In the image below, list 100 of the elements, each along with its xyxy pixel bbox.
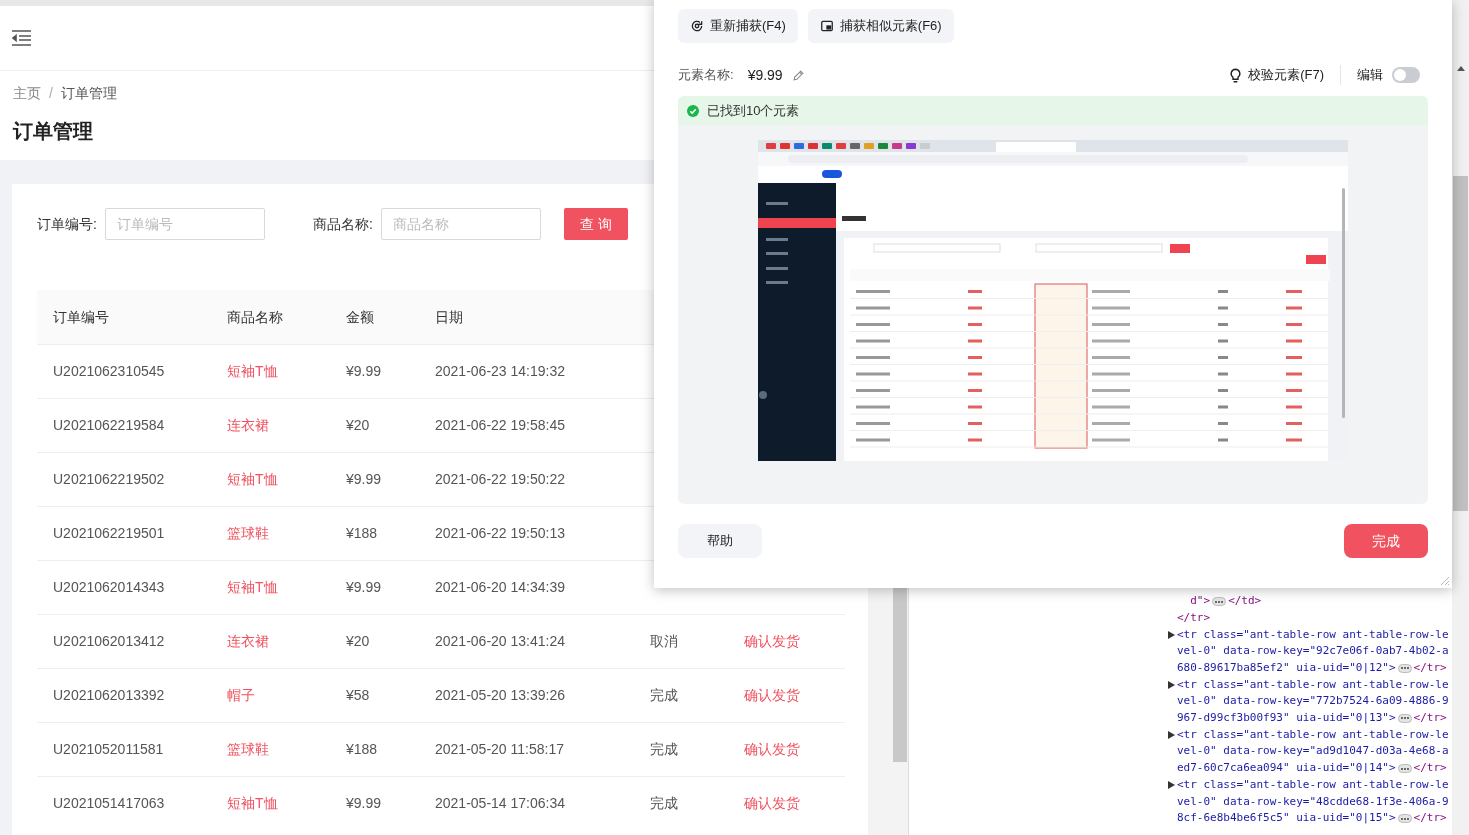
- table-cell: ¥188: [346, 525, 378, 541]
- code-line: <tr class="ant-table-row ant-table-row-le: [1177, 626, 1449, 643]
- ship-link[interactable]: 确认发货: [744, 741, 800, 757]
- product-link[interactable]: 短袖T恤: [227, 471, 278, 487]
- verify-button[interactable]: 校验元素(F7): [1248, 65, 1324, 85]
- product-link[interactable]: 短袖T恤: [227, 363, 278, 379]
- search-field[interactable]: 商品名称: [380, 208, 541, 240]
- edit-toggle[interactable]: [1392, 67, 1420, 83]
- check-circle-icon: [687, 104, 699, 117]
- ship-link[interactable]: 确认发货: [744, 633, 800, 649]
- menu-fold-icon[interactable]: [12, 30, 31, 46]
- table-cell: 完成: [650, 741, 678, 757]
- table-cell: 2021-06-22 19:58:45: [435, 417, 565, 433]
- expand-triangle-icon[interactable]: [1168, 630, 1175, 639]
- code-line: ed7-60c7ca6ea094" uia-uid="0|14">: [1177, 760, 1396, 777]
- table-cell: U2021062013392: [53, 687, 165, 703]
- table-cell: ¥9.99: [346, 471, 382, 487]
- code-line: <tr class="ant-table-row ant-table-row-le: [1177, 676, 1449, 693]
- table-cell: 2021-05-20 11:58:17: [435, 741, 564, 757]
- code-line: <tr class="ant-table-row ant-table-row-le: [1177, 776, 1449, 793]
- table-cell: 2021-06-22 19:50:13: [435, 525, 565, 541]
- scrollbar-thumb[interactable]: [893, 587, 907, 762]
- code-closing-tag: </tr>: [1413, 760, 1447, 777]
- code-line: 8cf-6e8b4be6f5c5" uia-uid="0|15">: [1177, 810, 1396, 827]
- column-header: 金额: [346, 308, 374, 325]
- table-cell: ¥9.99: [346, 795, 382, 811]
- page-title: 订单管理: [13, 119, 94, 144]
- ship-link[interactable]: 确认发货: [744, 687, 800, 703]
- element-name-label: 元素名称:: [678, 66, 734, 85]
- product-link[interactable]: 连衣裙: [227, 633, 269, 649]
- breadcrumb-link[interactable]: 主页: [13, 83, 41, 104]
- table-cell: 2021-06-20 14:34:39: [435, 579, 565, 595]
- query-button[interactable]: 查 询: [563, 208, 628, 240]
- column-header: 订单编号: [53, 308, 109, 325]
- table-cell: 2021-05-20 13:39:26: [435, 687, 565, 703]
- code-closing-tag: </tr>: [1413, 659, 1447, 677]
- product-link[interactable]: 短袖T恤: [227, 579, 278, 595]
- table-cell: 2021-05-14 17:06:34: [435, 795, 565, 811]
- scroll-up-icon[interactable]: [1456, 66, 1465, 71]
- product-link[interactable]: 连衣裙: [227, 417, 269, 433]
- ship-link[interactable]: 确认发货: [744, 795, 800, 811]
- table-cell: U2021062219584: [53, 417, 165, 433]
- code-line: <tr class="ant-table-row ant-table-row-le: [1177, 726, 1449, 743]
- product-link[interactable]: 短袖T恤: [227, 795, 278, 811]
- capture-button[interactable]: 重新捕获(F4): [678, 9, 798, 43]
- table-cell: U2021051417063: [53, 795, 165, 811]
- expand-triangle-icon[interactable]: [1168, 680, 1175, 689]
- code-line: </tr>: [1177, 609, 1211, 626]
- product-link[interactable]: 篮球鞋: [227, 741, 269, 757]
- ellipsis-icon[interactable]: [1397, 713, 1412, 723]
- field-label: 订单编号:: [37, 214, 97, 234]
- resize-grip-icon[interactable]: [1440, 576, 1450, 586]
- lightbulb-icon: [1229, 67, 1243, 83]
- code-closing-tag: </td>: [1228, 593, 1262, 610]
- ellipsis-icon[interactable]: [1397, 814, 1412, 824]
- code-line: vel-0" data-row-key="772b7524-6a09-4886-9: [1177, 693, 1449, 710]
- scrollbar-thumb[interactable]: [1453, 176, 1468, 511]
- table-cell: 2021-06-22 19:50:22: [435, 471, 565, 487]
- table-cell: ¥58: [346, 687, 370, 703]
- pencil-icon[interactable]: [791, 68, 805, 82]
- product-link[interactable]: 帽子: [227, 687, 255, 703]
- table-cell: U2021052011581: [53, 741, 164, 757]
- window-icon: [819, 19, 834, 33]
- table-cell: 2021-06-23 14:19:32: [435, 363, 565, 379]
- ellipsis-icon[interactable]: [1397, 764, 1412, 774]
- breadcrumb-current: 订单管理: [60, 84, 117, 103]
- table-cell: U2021062219502: [53, 471, 165, 487]
- capture-button[interactable]: 捕获相似元素(F6): [807, 9, 954, 43]
- breadcrumb-separator: /: [49, 84, 53, 103]
- table-cell: 2021-06-20 13:41:24: [435, 633, 565, 649]
- edit-label: 编辑: [1357, 66, 1383, 85]
- table-cell: 完成: [650, 795, 678, 811]
- table-cell: ¥9.99: [346, 363, 382, 379]
- table-cell: U2021062013412: [53, 633, 165, 649]
- code-closing-tag: </tr>: [1413, 710, 1447, 727]
- table-cell: 完成: [650, 687, 678, 703]
- product-link[interactable]: 篮球鞋: [227, 525, 269, 541]
- code-line: vel-0" data-row-key="92c7e06f-0ab7-4b02-a: [1177, 643, 1449, 660]
- code-line: vel-0" data-row-key="48cdde68-1f3e-406a-9: [1177, 793, 1449, 810]
- table-cell: ¥9.99: [346, 579, 382, 595]
- help-button[interactable]: 帮助: [678, 524, 762, 558]
- ellipsis-icon[interactable]: [1397, 663, 1412, 673]
- table-cell: ¥20: [346, 633, 370, 649]
- code-closing-tag: </tr>: [1413, 810, 1447, 827]
- column-header: 商品名称: [227, 308, 283, 325]
- code-line: d">: [1189, 593, 1211, 610]
- expand-triangle-icon[interactable]: [1168, 780, 1175, 789]
- code-line: vel-0" data-row-key="ad9d1047-d03a-4e68-a: [1177, 743, 1449, 760]
- search-field[interactable]: 订单编号: [104, 208, 265, 240]
- done-button[interactable]: 完成: [1344, 524, 1428, 558]
- target-refresh-icon: [690, 19, 704, 33]
- code-line: 967-d99cf3b00f93" uia-uid="0|13">: [1177, 710, 1396, 727]
- column-header: 日期: [435, 308, 463, 325]
- table-cell: ¥20: [346, 417, 370, 433]
- table-cell: 取消: [650, 633, 678, 649]
- field-label: 商品名称:: [312, 214, 373, 234]
- expand-triangle-icon[interactable]: [1168, 730, 1175, 739]
- table-cell: ¥188: [346, 741, 378, 757]
- ellipsis-icon[interactable]: [1212, 597, 1227, 606]
- table-cell: U2021062310545: [53, 363, 165, 379]
